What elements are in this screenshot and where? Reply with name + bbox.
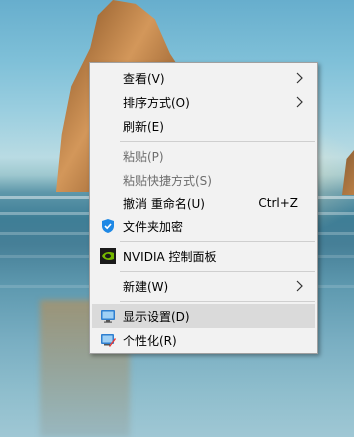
menu-item-folder-encrypt[interactable]: 文件夹加密 [92, 214, 315, 238]
menu-item-label: 文件夹加密 [123, 219, 184, 234]
menu-item-label: 新建(W) [123, 279, 169, 294]
context-menu: 查看(V) 排序方式(O) 刷新(E) 粘贴(P) 粘贴快捷方式(S) 撤消 重… [89, 62, 318, 354]
menu-separator [120, 141, 315, 142]
chevron-right-icon [296, 96, 303, 108]
menu-item-label: 刷新(E) [123, 119, 164, 134]
menu-item-view[interactable]: 查看(V) [92, 66, 315, 90]
chevron-right-icon [296, 72, 303, 84]
menu-item-new[interactable]: 新建(W) [92, 274, 315, 298]
menu-item-nvidia-control-panel[interactable]: NVIDIA 控制面板 [92, 244, 315, 268]
menu-item-sort-by[interactable]: 排序方式(O) [92, 90, 315, 114]
shield-folder-icon [102, 219, 114, 233]
menu-item-label: 个性化(R) [123, 333, 177, 348]
menu-item-label: 粘贴快捷方式(S) [123, 173, 212, 188]
nvidia-logo-icon [100, 248, 116, 264]
personalize-icon [101, 334, 116, 347]
menu-item-label: 粘贴(P) [123, 149, 164, 164]
menu-separator [120, 241, 315, 242]
menu-item-personalize[interactable]: 个性化(R) [92, 328, 315, 352]
menu-item-paste-shortcut[interactable]: 粘贴快捷方式(S) [92, 168, 315, 192]
menu-item-label: 查看(V) [123, 71, 165, 86]
chevron-right-icon [296, 280, 303, 292]
menu-item-label: 显示设置(D) [123, 309, 190, 324]
menu-item-refresh[interactable]: 刷新(E) [92, 114, 315, 138]
menu-item-display-settings[interactable]: 显示设置(D) [92, 304, 315, 328]
menu-item-label: 排序方式(O) [123, 95, 190, 110]
menu-separator [120, 301, 315, 302]
display-icon [101, 310, 115, 323]
menu-separator [120, 271, 315, 272]
menu-item-undo-rename[interactable]: 撤消 重命名(U) Ctrl+Z [92, 191, 315, 215]
menu-item-label: 撤消 重命名(U) [123, 196, 205, 211]
menu-item-paste[interactable]: 粘贴(P) [92, 144, 315, 168]
menu-item-label: NVIDIA 控制面板 [123, 249, 217, 264]
menu-item-shortcut: Ctrl+Z [258, 196, 298, 210]
